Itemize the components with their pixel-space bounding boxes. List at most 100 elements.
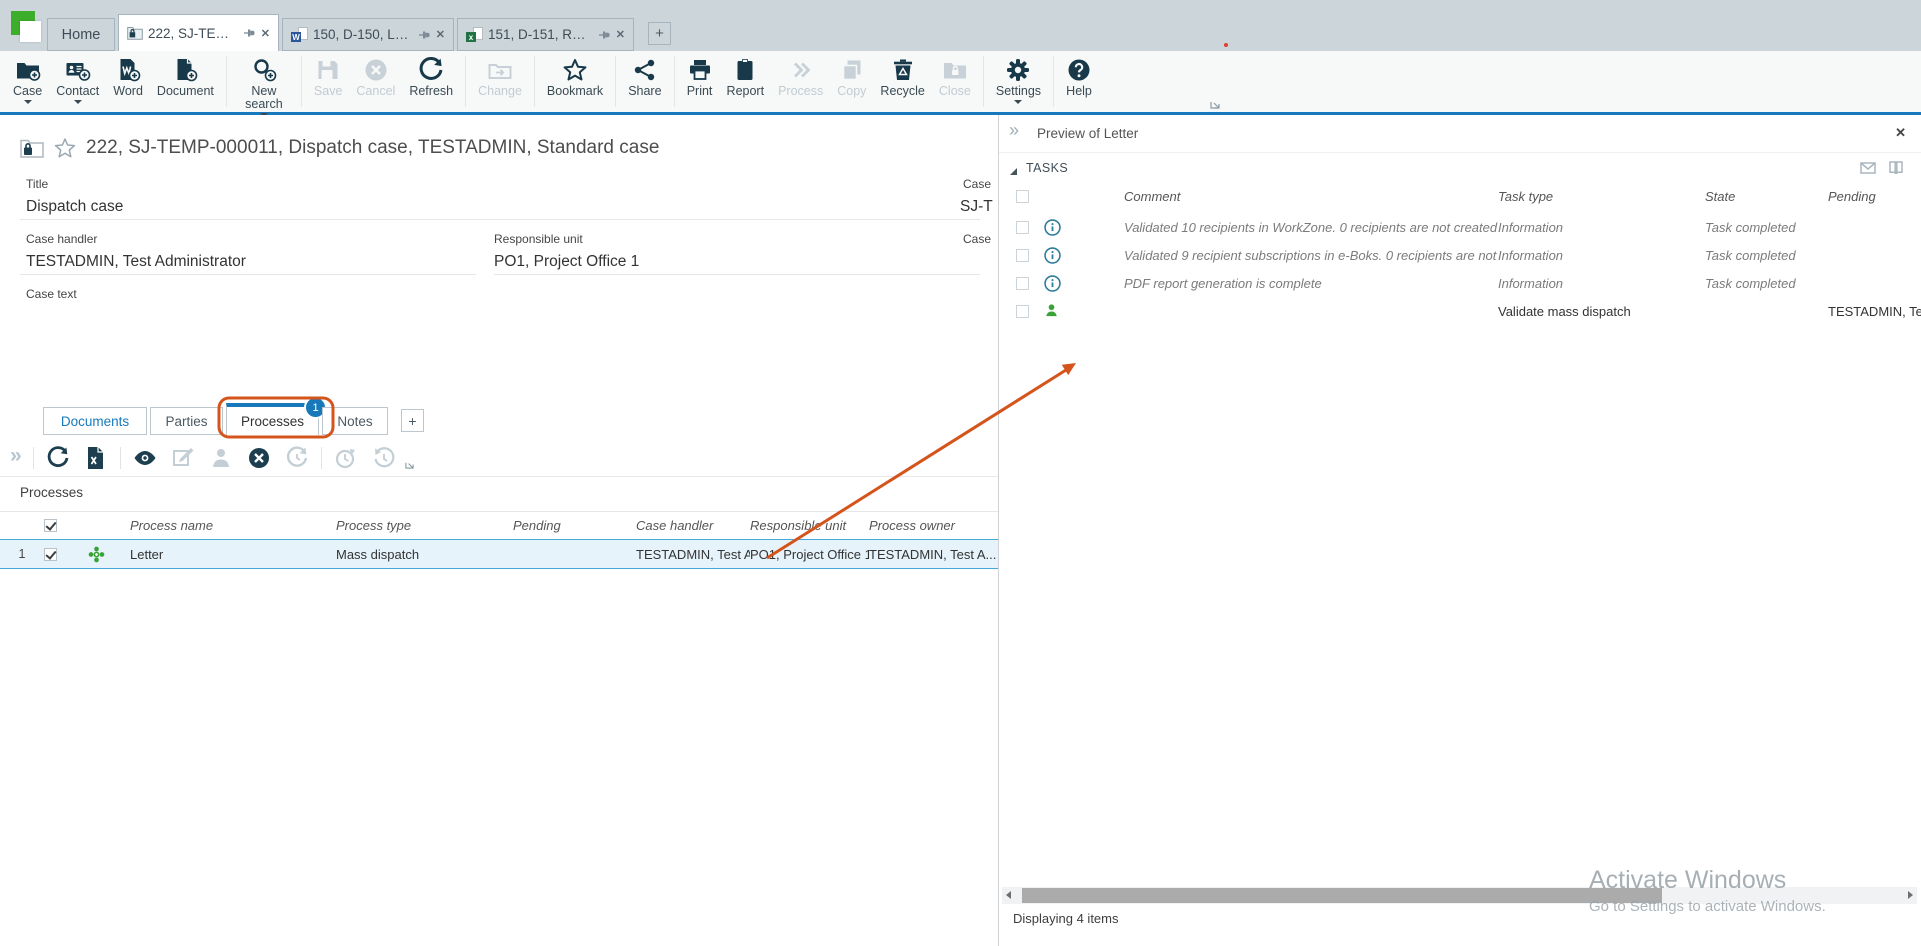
clipped-field-value-1[interactable]: SJ-T: [960, 198, 993, 216]
workzone-app: Home 222, SJ-TEMP-00... ✕ W 150, D-150, …: [0, 0, 1921, 946]
case-header: 222, SJ-TEMP-000011, Dispatch case, TEST…: [20, 137, 659, 159]
row-checkbox[interactable]: [1016, 249, 1029, 262]
collapse-triangle-icon[interactable]: [1010, 168, 1017, 175]
tab-home[interactable]: Home: [47, 18, 115, 51]
tasks-section-bar[interactable]: TASKS: [999, 155, 1921, 181]
col-pending[interactable]: Pending: [1828, 189, 1921, 204]
close-icon[interactable]: ✕: [616, 28, 625, 41]
chevron-down-icon: [74, 100, 82, 104]
process-row-letter[interactable]: 1 Letter Mass dispatch TESTADMIN, Test A…: [0, 539, 998, 569]
mail-icon[interactable]: [1859, 159, 1877, 177]
task-row[interactable]: PDF report generation is complete Inform…: [999, 269, 1921, 297]
cell-process-name: Letter: [130, 547, 336, 562]
row-checkbox[interactable]: [1016, 305, 1029, 318]
close-icon[interactable]: ✕: [1895, 125, 1906, 141]
ribbon-document-button[interactable]: Document: [150, 51, 221, 112]
info-icon: [1044, 219, 1061, 236]
ribbon-contact-button[interactable]: Contact: [49, 51, 106, 112]
ribbon-copy-button: Copy: [830, 51, 873, 112]
col-task-type[interactable]: Task type: [1498, 189, 1705, 204]
favorite-star-icon[interactable]: [54, 137, 76, 159]
col-responsible-unit[interactable]: Responsible unit: [750, 518, 869, 533]
col-comment[interactable]: Comment: [1124, 189, 1498, 204]
ribbon-separator: [301, 56, 302, 107]
case-handler-value[interactable]: TESTADMIN, Test Administrator: [26, 253, 246, 271]
row-checkbox[interactable]: [1016, 221, 1029, 234]
case-detail-pane: 222, SJ-TEMP-000011, Dispatch case, TEST…: [0, 115, 998, 946]
ribbon-settings-button[interactable]: Settings: [989, 51, 1048, 112]
ribbon-report-button[interactable]: Report: [720, 51, 772, 112]
pin-icon[interactable]: [598, 29, 610, 41]
select-all-checkbox[interactable]: [1016, 190, 1029, 203]
scroll-right-arrow[interactable]: [1908, 891, 1913, 899]
cancel-process-icon[interactable]: [247, 446, 271, 470]
task-row[interactable]: Validate mass dispatch TESTADMIN, Test A: [999, 297, 1921, 325]
col-case-handler[interactable]: Case handler: [636, 518, 750, 533]
col-process-owner[interactable]: Process owner: [869, 518, 998, 533]
ribbon-separator: [983, 56, 984, 107]
tab-documents[interactable]: Documents: [43, 407, 147, 435]
ribbon-new-search-button[interactable]: New search: [232, 51, 296, 112]
tab-label: 150, D-150, Lette...: [313, 27, 409, 42]
pin-icon[interactable]: [418, 29, 430, 41]
preview-eye-icon[interactable]: [133, 446, 157, 470]
recycle-bin-icon: [890, 57, 916, 83]
col-pending[interactable]: Pending: [513, 518, 636, 533]
title-field-value[interactable]: Dispatch case: [26, 198, 123, 216]
collapse-panel-icon[interactable]: »: [1009, 120, 1018, 141]
ribbon-separator: [226, 56, 227, 107]
process-running-icon: [88, 546, 130, 563]
ribbon-label: Word: [113, 85, 143, 98]
dialog-launcher-icon[interactable]: [1210, 96, 1220, 114]
ribbon-help-button[interactable]: Help: [1059, 51, 1099, 112]
share-icon: [632, 57, 658, 83]
chevron-down-icon: [24, 100, 32, 104]
case-title-text: 222, SJ-TEMP-000011, Dispatch case, TEST…: [86, 137, 659, 159]
add-tab-button[interactable]: +: [401, 409, 424, 432]
preview-panel-title: Preview of Letter: [1037, 126, 1138, 141]
ribbon-separator: [465, 56, 466, 107]
ribbon-case-button[interactable]: Case: [6, 51, 49, 112]
ribbon-word-button[interactable]: Word: [106, 51, 150, 112]
col-process-type[interactable]: Process type: [336, 518, 513, 533]
ribbon-label: Contact: [56, 85, 99, 98]
close-icon[interactable]: ✕: [436, 28, 445, 41]
close-icon[interactable]: ✕: [261, 27, 270, 40]
ribbon-separator: [534, 56, 535, 107]
tasks-table: Comment Task type State Pending Validate…: [999, 183, 1921, 325]
export-excel-icon[interactable]: [84, 446, 108, 470]
col-process-name[interactable]: Process name: [130, 518, 336, 533]
row-checkbox[interactable]: [1016, 277, 1029, 290]
responsible-unit-value[interactable]: PO1, Project Office 1: [494, 253, 639, 271]
tab-case-222[interactable]: 222, SJ-TEMP-00... ✕: [118, 14, 279, 51]
task-row[interactable]: Validated 10 recipients in WorkZone. 0 r…: [999, 213, 1921, 241]
dialog-launcher-icon[interactable]: [405, 456, 414, 474]
word-new-icon: [115, 57, 141, 83]
ribbon-label: New search: [239, 85, 289, 111]
refresh-icon[interactable]: [46, 446, 70, 470]
tab-notes[interactable]: Notes: [322, 407, 388, 435]
address-book-icon[interactable]: [1887, 159, 1905, 177]
ribbon-bookmark-button[interactable]: Bookmark: [540, 51, 610, 112]
ribbon-refresh-button[interactable]: Refresh: [402, 51, 460, 112]
tab-processes[interactable]: Processes 1: [226, 403, 319, 435]
ribbon-share-button[interactable]: Share: [621, 51, 668, 112]
tab-doc-151[interactable]: x 151, D-151, Recip... ✕: [457, 18, 634, 51]
scroll-left-arrow[interactable]: [1006, 891, 1011, 899]
task-row[interactable]: Validated 9 recipient subscriptions in e…: [999, 241, 1921, 269]
ribbon-recycle-button[interactable]: Recycle: [873, 51, 931, 112]
row-checkbox[interactable]: [44, 548, 57, 561]
col-state[interactable]: State: [1705, 189, 1828, 204]
history-icon: [372, 446, 396, 470]
tab-parties[interactable]: Parties: [150, 407, 223, 435]
pin-icon[interactable]: [243, 27, 255, 39]
tab-doc-150[interactable]: W 150, D-150, Lette... ✕: [282, 18, 454, 51]
ribbon-print-button[interactable]: Print: [680, 51, 720, 112]
horizontal-scrollbar[interactable]: [1002, 887, 1917, 904]
ribbon-label: Case: [13, 85, 42, 98]
new-tab-button[interactable]: +: [648, 22, 671, 45]
scrollbar-thumb[interactable]: [1022, 888, 1662, 903]
expand-panel-icon[interactable]: »: [10, 444, 20, 468]
close-folder-lock-icon: [942, 57, 968, 83]
select-all-checkbox[interactable]: [44, 519, 57, 532]
